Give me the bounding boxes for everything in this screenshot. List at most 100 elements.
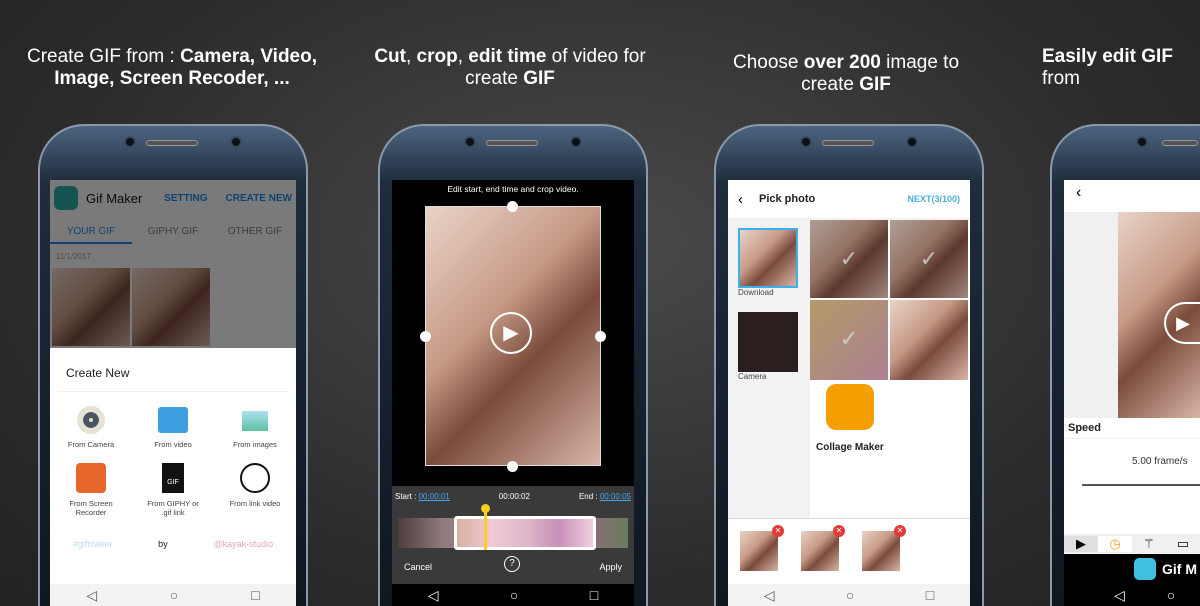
photo-selected[interactable]: ✓ bbox=[810, 220, 888, 298]
caption-bold: crop bbox=[416, 46, 458, 67]
collage-maker-ad[interactable]: Collage Maker bbox=[816, 442, 884, 453]
crop-handle-bottom[interactable] bbox=[507, 461, 518, 472]
back-icon[interactable]: ◁ bbox=[1114, 587, 1125, 604]
selected-thumb[interactable] bbox=[862, 531, 900, 571]
video-folder-icon bbox=[158, 407, 188, 433]
preview-margin bbox=[1064, 212, 1118, 418]
phone-3: ‹ Pick photo NEXT(3/100) Download Camera… bbox=[714, 124, 984, 606]
screen: Gif Maker SETTING CREATE NEW YOUR GIF GI… bbox=[50, 180, 296, 606]
crop-handle-left[interactable] bbox=[420, 331, 431, 342]
recents-icon[interactable]: □ bbox=[590, 587, 598, 603]
camera-icon bbox=[77, 406, 105, 434]
from-screen-recorder-option[interactable]: From Screen Recorder bbox=[50, 463, 132, 517]
sensor bbox=[1136, 136, 1148, 148]
caption-3: Choose over 200 image to create GIF bbox=[676, 52, 1016, 96]
app-bar: ‹ Pick photo NEXT(3/100) bbox=[728, 180, 970, 218]
from-camera-option[interactable]: From Camera bbox=[50, 406, 132, 449]
gif-file-icon: GIF bbox=[162, 463, 184, 493]
remove-icon[interactable]: ✕ bbox=[772, 525, 784, 537]
back-icon[interactable]: ◁ bbox=[86, 587, 97, 604]
home-icon[interactable]: ○ bbox=[846, 587, 854, 603]
cancel-button[interactable]: Cancel bbox=[404, 562, 432, 572]
speed-slider[interactable] bbox=[1082, 484, 1200, 486]
remove-icon[interactable]: ✕ bbox=[894, 525, 906, 537]
caption-text: Create GIF from : bbox=[26, 46, 181, 67]
caption-bold: Cut bbox=[374, 46, 406, 67]
current-time: 00:00:02 bbox=[498, 492, 530, 501]
caption-text: create bbox=[465, 68, 524, 89]
caption-bold: GIF bbox=[523, 68, 555, 89]
caption-bold: over 200 bbox=[803, 52, 881, 73]
option-label: From link video bbox=[229, 499, 281, 508]
speed-label: Speed bbox=[1068, 422, 1102, 434]
caption-2: Cut, crop, edit time of video for create … bbox=[340, 46, 680, 90]
front-camera bbox=[230, 136, 242, 148]
caption-bold: Easily edit bbox=[1042, 46, 1142, 67]
crop-tool-icon[interactable]: ▭ bbox=[1166, 536, 1200, 552]
caption-text: , bbox=[457, 46, 469, 67]
home-icon[interactable]: ○ bbox=[170, 587, 178, 603]
option-label: From Camera bbox=[67, 440, 115, 449]
option-label: From images bbox=[233, 440, 277, 449]
option-label: From GIPHY or .gif link bbox=[147, 499, 199, 517]
play-tool-icon[interactable]: ▶ bbox=[1064, 536, 1098, 552]
screen: Edit start, end time and crop video. ▶ S… bbox=[392, 180, 634, 606]
home-icon[interactable]: ○ bbox=[1167, 587, 1175, 603]
photo[interactable] bbox=[890, 300, 968, 380]
back-icon[interactable]: ◁ bbox=[764, 587, 775, 604]
start-time-link[interactable]: 00:00:01 bbox=[419, 492, 450, 501]
trim-range[interactable] bbox=[454, 516, 596, 550]
by-label: by bbox=[158, 539, 168, 549]
back-icon[interactable]: ◁ bbox=[428, 587, 439, 604]
apply-button[interactable]: Apply bbox=[599, 562, 622, 572]
play-icon[interactable]: ▶ bbox=[1164, 302, 1200, 344]
selected-thumb[interactable] bbox=[740, 531, 778, 571]
back-arrow-icon[interactable]: ‹ bbox=[1076, 184, 1081, 202]
caption-text: of video for bbox=[546, 46, 646, 67]
next-button[interactable]: NEXT(3/100) bbox=[907, 194, 960, 204]
playhead[interactable] bbox=[484, 508, 487, 550]
end-time-link[interactable]: 00:00:05 bbox=[600, 492, 631, 501]
caption-text: image to bbox=[880, 52, 960, 73]
studio-link[interactable]: @kayak-studio bbox=[213, 539, 273, 549]
phone-2: Edit start, end time and crop video. ▶ S… bbox=[378, 124, 648, 606]
front-camera bbox=[906, 136, 918, 148]
option-label: From video bbox=[154, 440, 192, 449]
recents-icon[interactable]: □ bbox=[926, 587, 934, 603]
from-video-option[interactable]: From video bbox=[132, 406, 214, 449]
effects-wand-icon[interactable]: ⚚ bbox=[1132, 536, 1166, 552]
photo-selected[interactable]: ✓ bbox=[890, 220, 968, 298]
hashtag-link[interactable]: #gifmaker bbox=[73, 539, 113, 549]
caption-text: Choose bbox=[732, 52, 804, 73]
play-icon[interactable]: ▶ bbox=[490, 312, 532, 354]
remove-icon[interactable]: ✕ bbox=[833, 525, 845, 537]
check-icon: ✓ bbox=[919, 246, 939, 271]
crop-handle-right[interactable] bbox=[595, 331, 606, 342]
option-label: From Screen Recorder bbox=[69, 499, 113, 517]
crop-handle-top[interactable] bbox=[507, 201, 518, 212]
back-arrow-icon[interactable]: ‹ bbox=[738, 191, 743, 208]
selected-tray: ✕ ✕ ✕ bbox=[728, 518, 970, 584]
recents-icon[interactable]: □ bbox=[251, 587, 259, 603]
screen: ‹ ▶ Speed 5.00 frame/s ▶ ◷ ⚚ ▭ Gif M ◁ ○ bbox=[1064, 180, 1200, 606]
from-link-video-option[interactable]: From link video bbox=[214, 463, 296, 517]
help-icon[interactable]: ? bbox=[504, 556, 520, 572]
speed-tool-icon[interactable]: ◷ bbox=[1098, 536, 1132, 552]
start-time: Start : 00:00:01 bbox=[395, 492, 450, 501]
app-logo-text: Gif M bbox=[1162, 561, 1197, 577]
album-camera[interactable]: Camera bbox=[738, 312, 798, 381]
album-download[interactable]: Download bbox=[738, 228, 798, 297]
from-giphy-option[interactable]: GIF From GIPHY or .gif link bbox=[132, 463, 214, 517]
album-label: Download bbox=[738, 288, 774, 297]
selected-thumb[interactable] bbox=[801, 531, 839, 571]
sheet-title: Create New bbox=[58, 348, 288, 392]
caption-bold: Image, Screen Recoder, ... bbox=[54, 68, 290, 89]
home-icon[interactable]: ○ bbox=[510, 587, 518, 603]
album-cover bbox=[738, 228, 798, 288]
sensor bbox=[124, 136, 136, 148]
end-label: End : bbox=[578, 492, 600, 501]
from-images-option[interactable]: From images bbox=[214, 406, 296, 449]
playhead-knob[interactable] bbox=[481, 504, 490, 513]
photo-selected[interactable]: ✓ bbox=[810, 300, 888, 380]
collage-maker-icon[interactable] bbox=[826, 384, 874, 430]
